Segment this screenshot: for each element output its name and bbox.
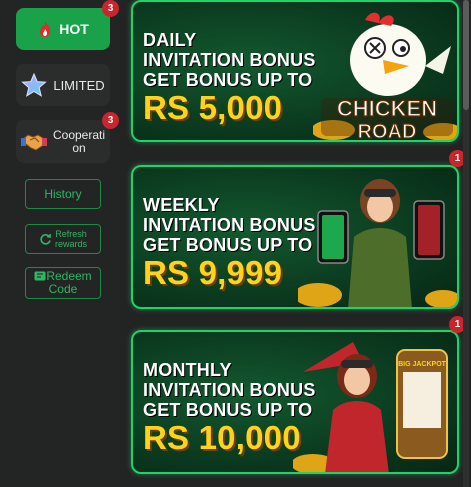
- history-label: History: [44, 187, 82, 201]
- redeem-label: Redeem Code: [34, 270, 92, 296]
- category-label: Cooperati on: [52, 127, 106, 155]
- category-label: LIMITED: [53, 77, 105, 93]
- history-button[interactable]: History: [25, 179, 101, 209]
- redeem-code-button[interactable]: Redeem Code: [25, 267, 101, 299]
- chicken-logo-text: CHICKEN: [337, 96, 437, 121]
- scrollbar-thumb[interactable]: [463, 0, 469, 110]
- category-limited[interactable]: LIMITED: [16, 64, 110, 106]
- category-hot[interactable]: HOT: [16, 8, 110, 50]
- bonus-amount: RS 5,000: [143, 89, 283, 126]
- notification-badge: 3: [102, 112, 119, 129]
- card-text: DAILY INVITATION BONUS GET BONUS UP TO R…: [143, 30, 316, 126]
- bonus-amount: RS 9,999: [143, 254, 283, 291]
- monthly-invitation-bonus-card[interactable]: MONTHLY INVITATION BONUS GET BONUS UP TO…: [131, 330, 459, 474]
- chicken-road-mascot: CHICKEN ROAD: [313, 12, 457, 142]
- notification-badge: 3: [102, 0, 119, 17]
- handshake-icon: [20, 133, 47, 151]
- card-text: MONTHLY INVITATION BONUS GET BONUS UP TO…: [143, 360, 316, 456]
- card-text: WEEKLY INVITATION BONUS GET BONUS UP TO …: [143, 195, 316, 291]
- pilot-girl-with-slot-machine: BIG JACKPOT: [293, 342, 448, 472]
- jackpot-text: BIG JACKPOT: [398, 361, 447, 368]
- bonus-amount: RS 10,000: [143, 419, 301, 456]
- category-label: HOT: [59, 21, 89, 37]
- refresh-label: Refresh rewards: [54, 229, 87, 249]
- star-icon: [21, 73, 48, 97]
- pilot-girl-with-phones: [298, 179, 457, 307]
- daily-invitation-bonus-card[interactable]: DAILY INVITATION BONUS GET BONUS UP TO R…: [131, 0, 459, 142]
- coupon-icon: [34, 271, 46, 281]
- flame-icon: [40, 21, 51, 37]
- refresh-rewards-button[interactable]: Refresh rewards: [25, 224, 101, 254]
- road-logo-text: ROAD: [358, 121, 417, 142]
- sidebar: HOT 3 LIMITED Cooperati on 3 History Ref…: [0, 0, 120, 487]
- refresh-icon: [40, 233, 51, 245]
- weekly-invitation-bonus-card[interactable]: WEEKLY INVITATION BONUS GET BONUS UP TO …: [131, 165, 459, 309]
- category-cooperation[interactable]: Cooperati on: [16, 120, 110, 163]
